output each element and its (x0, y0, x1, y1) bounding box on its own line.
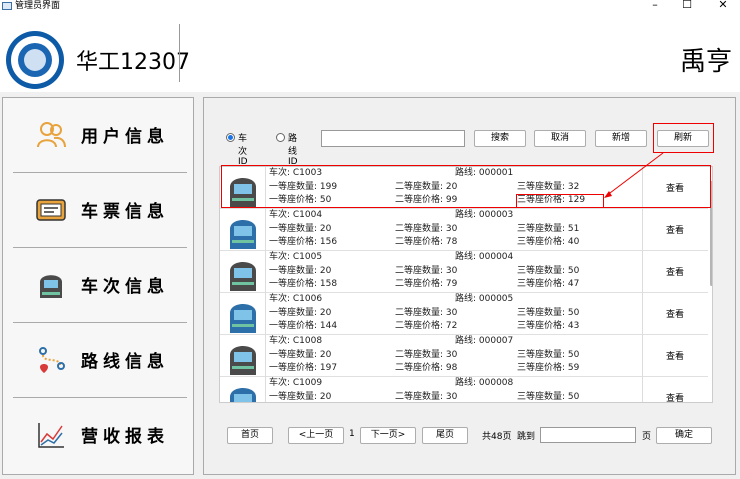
minimize-button[interactable]: – (640, 0, 670, 11)
sidebar-item-users[interactable]: 用户信息 (3, 98, 193, 173)
ticket-icon (36, 199, 66, 221)
next-page-button[interactable]: 下一页> (360, 427, 416, 444)
last-page-button[interactable]: 尾页 (422, 427, 468, 444)
app-header: 华工12307 禹亨 (0, 14, 740, 92)
close-button[interactable]: ✕ (708, 0, 738, 11)
window-title: 管理员界面 (15, 1, 61, 11)
sidebar-item-label: 路线信息 (81, 352, 169, 372)
confirm-button[interactable]: 确定 (656, 427, 712, 444)
sidebar-item-tickets[interactable]: 车票信息 (3, 173, 193, 248)
route-icon (39, 347, 65, 373)
main-panel: 车次ID 路线ID 搜索 取消 新增 刷新 车次: C1003 路线: 0000… (203, 97, 736, 475)
header-divider (179, 24, 180, 82)
sidebar-item-trains[interactable]: 车次信息 (3, 248, 193, 323)
current-user-name: 禹亨 (679, 47, 732, 77)
sidebar-item-label: 用户信息 (81, 127, 169, 147)
annotation-arrow (604, 152, 664, 198)
chart-icon (38, 423, 64, 448)
total-pages: 共48页 (482, 432, 512, 442)
admin-window: 管理员界面 – ☐ ✕ 华工12307 禹亨 用户信息 车票信息 车次信息 路线… (0, 0, 740, 479)
pagination: 首页 <上一页 1 下一页> 尾页 共48页 跳到 页 确定 (204, 426, 737, 446)
goto-label: 跳到 (517, 432, 536, 442)
sidebar: 用户信息 车票信息 车次信息 路线信息 营收报表 (2, 97, 194, 475)
sidebar-item-label: 车票信息 (81, 202, 169, 222)
users-icon (37, 122, 66, 148)
sidebar-item-label: 营收报表 (81, 427, 169, 447)
university-logo (6, 31, 64, 89)
sidebar-item-label: 车次信息 (81, 277, 169, 297)
current-page: 1 (349, 429, 355, 439)
train-icon (40, 275, 62, 298)
goto-page-input[interactable] (540, 427, 636, 443)
first-page-button[interactable]: 首页 (227, 427, 273, 444)
title-bar: 管理员界面 – ☐ ✕ (0, 0, 740, 14)
prev-page-button[interactable]: <上一页 (288, 427, 344, 444)
app-name: 华工12307 (76, 50, 190, 75)
maximize-button[interactable]: ☐ (672, 0, 702, 11)
app-window-icon (2, 2, 12, 10)
sidebar-item-revenue-report[interactable]: 营收报表 (3, 398, 193, 473)
page-unit-label: 页 (642, 432, 652, 442)
sidebar-item-routes[interactable]: 路线信息 (3, 323, 193, 398)
